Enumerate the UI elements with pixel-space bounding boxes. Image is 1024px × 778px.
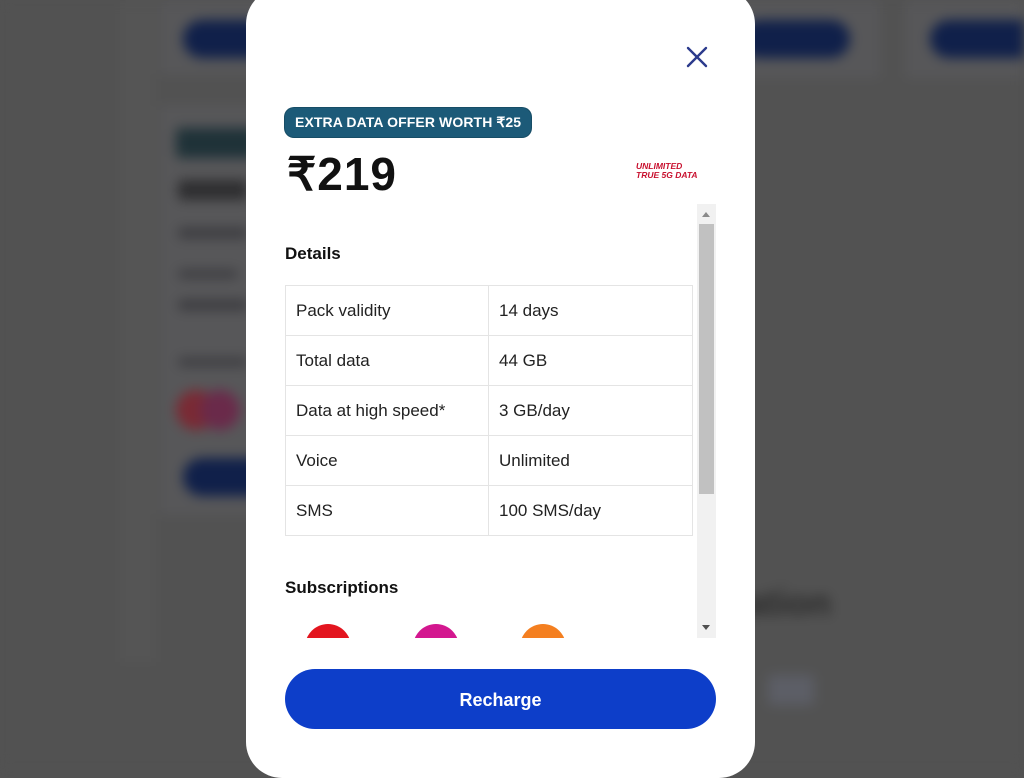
details-scroll-area[interactable]: Details Pack validity 14 days Total data… [285, 204, 716, 638]
subscriptions-heading: Subscriptions [285, 578, 399, 597]
row-label: Pack validity [285, 285, 489, 336]
table-row: Pack validity 14 days [285, 285, 693, 336]
row-label: Total data [285, 335, 489, 386]
scroll-down-arrow-icon[interactable] [702, 625, 710, 630]
background-tab [768, 675, 814, 705]
background-icon [200, 390, 240, 430]
plan-price: ₹219 [287, 148, 398, 200]
table-row: SMS 100 SMS/day [285, 485, 693, 536]
row-value: 3 GB/day [488, 385, 693, 436]
row-value: 100 SMS/day [488, 485, 693, 536]
promo-label: UNLIMITED TRUE 5G DATA [636, 162, 720, 180]
background-text [178, 300, 248, 310]
table-row: Data at high speed* 3 GB/day [285, 385, 693, 436]
row-label: SMS [285, 485, 489, 536]
recharge-button[interactable]: Recharge [285, 669, 716, 729]
scrollbar-thumb[interactable] [699, 224, 714, 494]
row-value: 44 GB [488, 335, 693, 386]
subscription-orange-icon[interactable] [520, 624, 566, 638]
scrollbar[interactable] [697, 204, 716, 638]
table-row: Total data 44 GB [285, 335, 693, 386]
row-value: Unlimited [488, 435, 693, 486]
background-text [178, 180, 248, 200]
subscription-red-icon[interactable] [305, 624, 351, 638]
background-button [930, 20, 1024, 58]
offer-badge: EXTRA DATA OFFER WORTH ₹25 [285, 108, 532, 137]
background-text [178, 270, 238, 278]
details-table: Pack validity 14 days Total data 44 GB D… [285, 285, 693, 536]
scroll-up-arrow-icon[interactable] [702, 212, 710, 217]
background-heading: ation [745, 582, 831, 623]
close-icon [686, 46, 708, 68]
background-column [120, 0, 156, 662]
details-heading: Details [285, 244, 341, 263]
background-text [178, 358, 248, 366]
subscriptions-list [285, 620, 705, 638]
row-value: 14 days [488, 285, 693, 336]
background-text [178, 228, 248, 238]
subscription-magenta-icon[interactable] [413, 624, 459, 638]
table-row: Voice Unlimited [285, 435, 693, 486]
row-label: Voice [285, 435, 489, 486]
promo-line-2: TRUE 5G DATA [636, 170, 698, 180]
row-label: Data at high speed* [285, 385, 489, 436]
close-button[interactable] [684, 44, 710, 70]
background-chip [176, 128, 256, 158]
background-button [740, 20, 850, 58]
